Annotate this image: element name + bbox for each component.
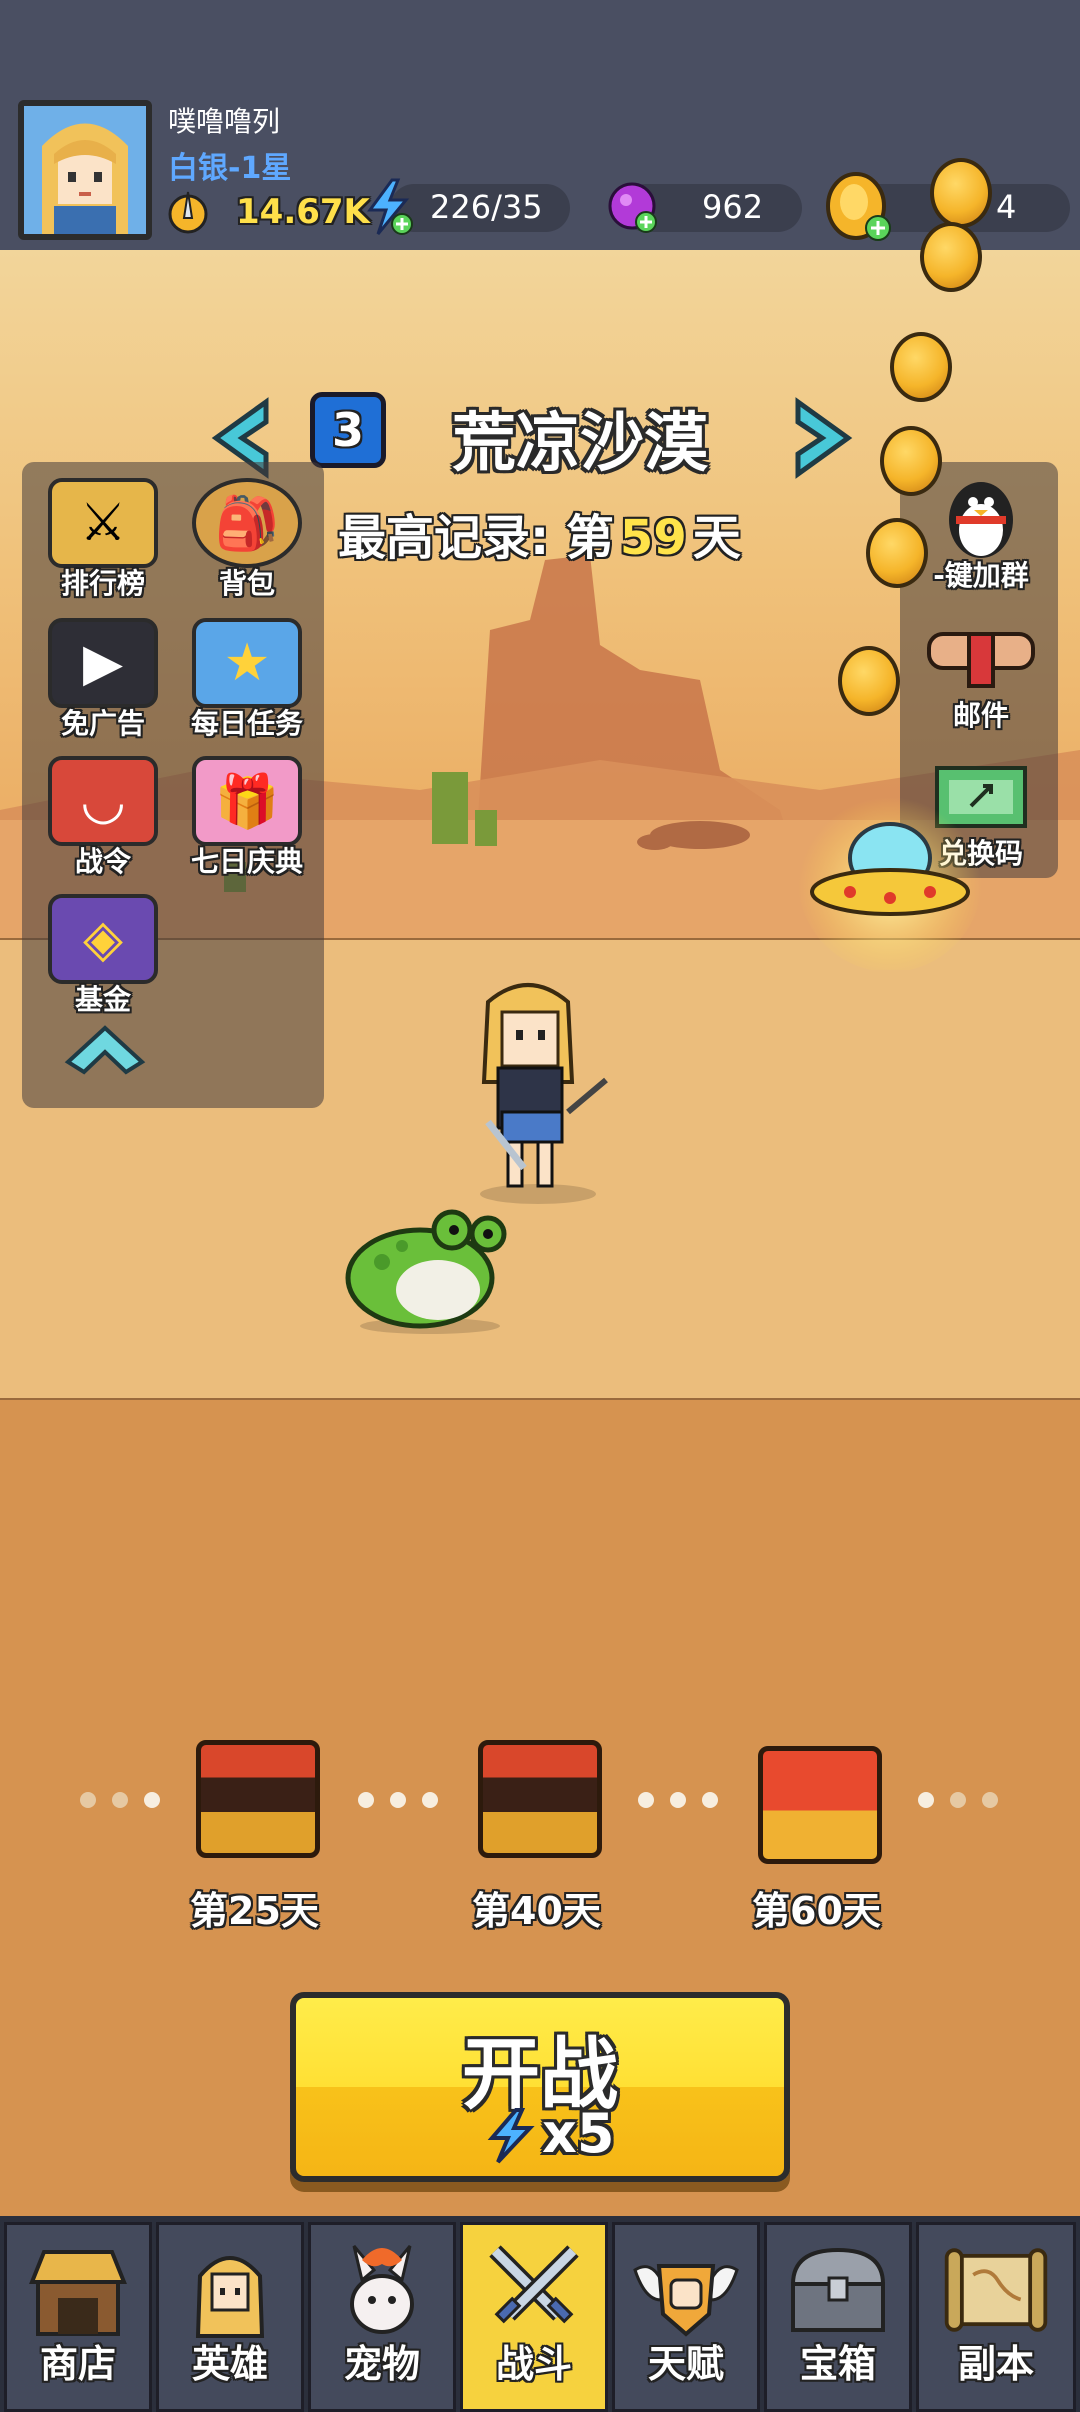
energy-cost-icon [484,2108,536,2164]
progress-dot [638,1792,654,1808]
gold-coin-icon [838,646,900,716]
daily-task-icon: ★ [192,618,302,708]
progress-dot [358,1792,374,1808]
ground-divider [0,1398,1080,1400]
dungeon-map-icon [941,2235,1051,2345]
progress-dot [670,1792,686,1808]
backpack-icon: 🎒 [192,478,302,568]
mail-button[interactable]: 邮件 [906,624,1056,734]
progress-dot [390,1792,406,1808]
start-battle-button[interactable]: 开战 x5 [290,1992,790,2182]
treasure-chest-icon [783,2235,893,2345]
mail-icon [923,624,1039,694]
talent-icon [631,2235,741,2345]
progress-dot [144,1792,160,1808]
leaderboard-label: 排行榜 [60,567,145,600]
progress-dot [80,1792,96,1808]
leaderboard-button[interactable]: ⚔ 排行榜 [28,478,178,608]
tab-talent-label: 天赋 [647,2342,724,2386]
hero-character [458,972,618,1204]
best-record: 最高记录: 第 59 天 [338,498,741,568]
tab-treasure-label: 宝箱 [799,2342,876,2386]
no-ads-icon: ▶ [48,618,158,708]
tab-pet[interactable]: 宠物 [308,2222,456,2412]
shop-icon [23,2235,133,2345]
seven-day-gift-icon: 🎁 [192,756,302,846]
tab-treasure[interactable]: 宝箱 [764,2222,912,2412]
leaderboard-icon: ⚔ [48,478,158,568]
battle-swords-icon [479,2235,589,2345]
progress-dot [950,1792,966,1808]
energy-add-icon[interactable] [362,178,414,236]
qq-penguin-icon [938,472,1024,560]
stage-number: 3 [331,403,364,457]
gold-coin-icon [920,222,982,292]
tab-hero-label: 英雄 [191,2342,268,2386]
tab-battle[interactable]: 战斗 [460,2222,608,2412]
progress-dot [982,1792,998,1808]
progress-dot [702,1792,718,1808]
stage-number-badge: 3 [310,392,386,468]
gold-coin-icon [930,158,992,228]
reward-label-day25: 第25天 [190,1889,319,1933]
join-group-button[interactable]: -键加群 [906,472,1056,594]
best-record-prefix: 最高记录: 第 [338,510,614,566]
reward-chest-day40[interactable] [478,1740,602,1858]
player-rank: 白银-1星 [168,151,292,186]
player-avatar[interactable] [18,100,152,240]
tab-dungeon-label: 副本 [957,2342,1034,2386]
next-stage-arrow[interactable] [792,396,858,480]
gold-coin-icon [890,332,952,402]
battle-pass-label: 战令 [74,845,131,878]
tab-shop[interactable]: 商店 [4,2222,152,2412]
fund-label: 基金 [74,983,131,1016]
battle-pass-icon: ◡ [48,756,158,846]
gems-value: 962 [702,188,764,226]
best-record-value: 59 [619,510,687,566]
ufo-bonus-icon[interactable] [790,780,990,972]
fund-button[interactable]: ◈ 基金 [28,894,178,1024]
daily-task-button[interactable]: ★ 每日任务 [172,618,322,748]
reward-label-day40: 第40天 [472,1889,601,1933]
daily-task-label: 每日任务 [190,707,303,740]
reward-label-day60: 第60天 [752,1889,881,1933]
backpack-button[interactable]: 🎒 背包 [172,478,322,608]
stage-name: 荒凉沙漠 [452,407,708,481]
power-sword-icon [165,188,211,234]
progress-dot [918,1792,934,1808]
collapse-menu-chevron-up-icon[interactable] [60,1018,150,1078]
progress-dot [422,1792,438,1808]
gold-coin-icon [880,426,942,496]
no-ads-label: 免广告 [60,707,145,740]
pet-icon [327,2235,437,2345]
gold-add-icon[interactable] [824,172,894,246]
no-ads-button[interactable]: ▶ 免广告 [28,618,178,748]
reward-chest-day60[interactable] [758,1746,882,1864]
seven-day-gift-button[interactable]: 🎁 七日庆典 [172,756,322,886]
battle-pass-button[interactable]: ◡ 战令 [28,756,178,886]
mail-label: 邮件 [952,699,1009,732]
tab-hero[interactable]: 英雄 [156,2222,304,2412]
tab-shop-label: 商店 [39,2342,116,2386]
best-record-suffix: 天 [692,510,741,566]
hero-icon [175,2235,285,2345]
gold-value: 4 [996,188,1017,226]
backpack-label: 背包 [218,567,275,600]
power-value: 14.67K [236,192,370,232]
tab-pet-label: 宠物 [343,2342,420,2386]
reward-chest-day25[interactable] [196,1740,320,1858]
join-group-label: -键加群 [933,559,1029,592]
tab-talent[interactable]: 天赋 [612,2222,760,2412]
progress-dot [112,1792,128,1808]
start-battle-label: 开战 [461,2030,618,2120]
tab-dungeon[interactable]: 副本 [916,2222,1076,2412]
player-name: 噗噜噜列 [168,105,281,138]
frog-enemy [342,1202,518,1334]
gem-add-icon[interactable] [604,178,662,236]
energy-cost: x5 [542,2102,615,2165]
seven-day-gift-label: 七日庆典 [190,845,303,878]
gold-coin-icon [866,518,928,588]
energy-value: 226/35 [430,188,543,226]
fund-safe-icon: ◈ [48,894,158,984]
